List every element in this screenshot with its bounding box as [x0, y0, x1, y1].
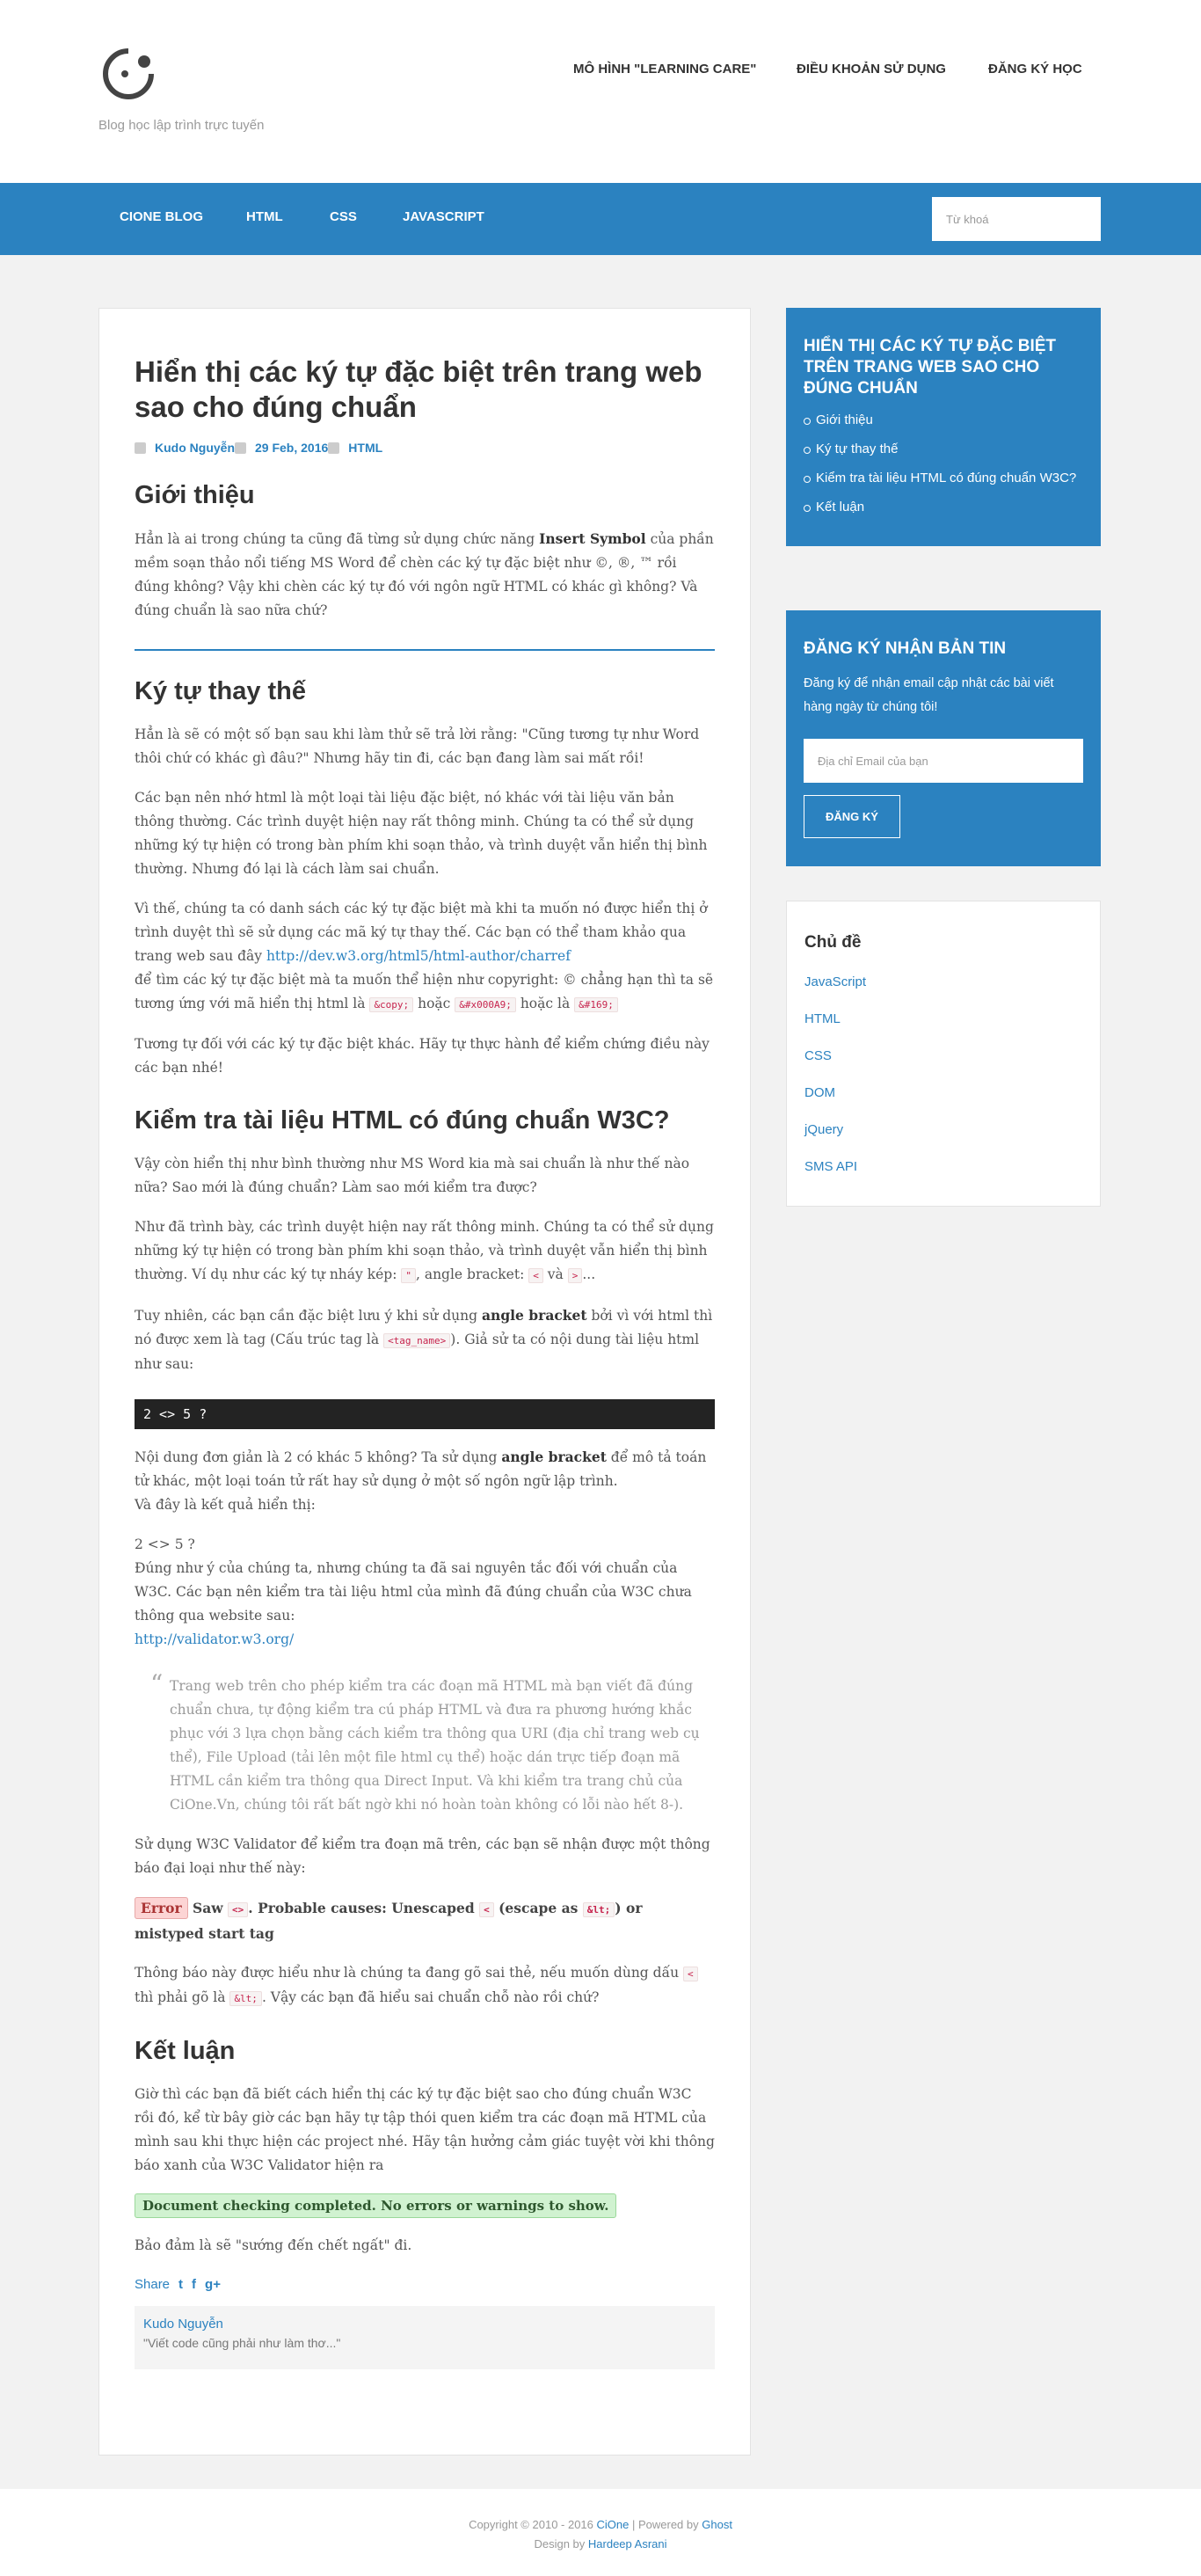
- toc-title: Hiển thị các ký tự đặc biệt trên trang w…: [804, 337, 1057, 398]
- top-nav-terms[interactable]: ĐIỀU KHOẢN SỬ DỤNG: [797, 62, 946, 77]
- menu-css[interactable]: CSS: [330, 209, 357, 224]
- heading-w3c-check: Kiểm tra tài liệu HTML có đúng chuẩn W3C…: [135, 1106, 670, 1135]
- toc-item-intro[interactable]: Giới thiệu: [804, 410, 1083, 431]
- toc-item-substitutes[interactable]: Ký tự thay thế: [804, 439, 1083, 460]
- author-bio-quote: "Viết code cũng phải như làm thơ...": [143, 2336, 341, 2350]
- user-icon: [135, 441, 146, 454]
- post-tag-link[interactable]: HTML: [348, 441, 382, 455]
- blockquote: “Trang web trên cho phép kiểm tra các đo…: [150, 1669, 700, 1813]
- post-meta: Kudo Nguyễn 29 Feb, 2016 HTML: [135, 441, 715, 455]
- divider: [135, 649, 715, 651]
- calendar-icon: [235, 441, 246, 454]
- toc-item-conclusion[interactable]: Kết luận: [804, 497, 1083, 518]
- author-bio-name[interactable]: Kudo Nguyễn: [143, 2317, 223, 2332]
- twitter-icon[interactable]: t: [178, 2277, 183, 2292]
- paragraph: Như đã trình bày, các trình duyệt hiện n…: [135, 1219, 714, 1283]
- search-input[interactable]: Từ khoá: [932, 197, 1101, 241]
- main-navbar: CIONE BLOG HTML CSS JAVASCRIPT Từ khoá: [0, 183, 1201, 255]
- folder-icon: [328, 441, 340, 454]
- validator-success-message: Document checking completed. No errors o…: [135, 2193, 617, 2218]
- topics-title: Chủ đề: [804, 933, 862, 952]
- code-block: 2 <> 5 ?: [135, 1399, 715, 1429]
- facebook-icon[interactable]: f: [192, 2277, 196, 2292]
- topic-html[interactable]: HTML: [804, 1011, 1082, 1026]
- topics-widget: Chủ đề JavaScript HTML CSS DOM jQuery SM…: [786, 901, 1101, 1207]
- heading-intro: Giới thiệu: [135, 481, 255, 509]
- topic-sms-api[interactable]: SMS API: [804, 1159, 1082, 1174]
- paragraph: Vậy còn hiển thị như bình thường như MS …: [135, 1156, 690, 1195]
- post-article: Hiển thị các ký tự đặc biệt trên trang w…: [98, 308, 751, 2456]
- designer-link[interactable]: Hardeep Asrani: [588, 2537, 667, 2550]
- paragraph: Tương tự đối với các ký tự đặc biệt khác…: [135, 1036, 710, 1076]
- menu-cione-blog[interactable]: CIONE BLOG: [120, 209, 203, 224]
- top-nav-learning-care[interactable]: MÔ HÌNH "LEARNING CARE": [573, 62, 756, 77]
- charref-link[interactable]: http://dev.w3.org/html5/html-author/char…: [266, 948, 571, 964]
- post-author-link[interactable]: Kudo Nguyễn: [155, 441, 235, 455]
- paragraph: Tuy nhiên, các bạn cần đặc biệt lưu ý kh…: [135, 1307, 713, 1372]
- paragraph: Hẳn là sẽ có một số bạn sau khi làm thử …: [135, 726, 700, 766]
- post-title: Hiển thị các ký tự đặc biệt trên trang w…: [135, 355, 702, 423]
- top-nav-register[interactable]: ĐĂNG KÝ HỌC: [988, 62, 1082, 77]
- site-logo[interactable]: [98, 44, 160, 109]
- heading-substitutes: Ký tự thay thế: [135, 677, 307, 705]
- author-bio: Kudo Nguyễn "Viết code cũng phải như làm…: [135, 2306, 715, 2369]
- topic-jquery[interactable]: jQuery: [804, 1122, 1082, 1137]
- heading-conclusion: Kết luận: [135, 2037, 236, 2065]
- share-label: Share: [135, 2277, 171, 2292]
- toc-item-w3c-check[interactable]: Kiểm tra tài liệu HTML có đúng chuẩn W3C…: [804, 468, 1083, 489]
- site-footer: Copyright © 2010 - 2016 CiOne | Powered …: [0, 2489, 1201, 2576]
- topic-css[interactable]: CSS: [804, 1048, 1082, 1063]
- google-plus-icon[interactable]: g+: [205, 2277, 221, 2292]
- paragraph: Bảo đảm là sẽ "sướng đến chết ngất" đi.: [135, 2237, 412, 2253]
- newsletter-widget: Đăng ký nhận bản tin Đăng ký để nhận ema…: [786, 610, 1101, 866]
- topic-dom[interactable]: DOM: [804, 1085, 1082, 1100]
- paragraph: 2 <> 5 ? Đúng như ý của chúng ta, nhưng c…: [135, 1536, 692, 1647]
- topic-javascript[interactable]: JavaScript: [804, 974, 1082, 989]
- paragraph: Vì thế, chúng ta có danh sách các ký tự …: [135, 901, 714, 1012]
- subscribe-button[interactable]: ĐĂNG KÝ: [804, 795, 900, 838]
- toc-widget: Hiển thị các ký tự đặc biệt trên trang w…: [786, 308, 1101, 546]
- post-date[interactable]: 29 Feb, 2016: [255, 441, 328, 455]
- site-header: Blog học lập trình trực tuyến MÔ HÌNH "L…: [0, 0, 1201, 183]
- share-bar: Share t f g+: [135, 2277, 715, 2292]
- newsletter-title: Đăng ký nhận bản tin: [804, 639, 1007, 658]
- menu-javascript[interactable]: JAVASCRIPT: [403, 209, 484, 224]
- quote-icon: “: [150, 1669, 164, 1698]
- paragraph: Sử dụng W3C Validator để kiểm tra đoạn m…: [135, 1836, 710, 1876]
- paragraph: Nội dung đơn giản là 2 có khác 5 không? …: [135, 1449, 707, 1513]
- newsletter-description: Đăng ký để nhận email cập nhật các bài v…: [804, 676, 1054, 714]
- email-field[interactable]: Địa chỉ Email của bạn: [804, 739, 1083, 783]
- ghost-link[interactable]: Ghost: [702, 2518, 732, 2531]
- cione-link[interactable]: CiOne: [597, 2518, 630, 2531]
- paragraph: Thông báo này được hiểu như là chúng ta …: [135, 1961, 715, 2010]
- paragraph: Giờ thì các bạn đã biết cách hiển thị cá…: [135, 2086, 715, 2173]
- paragraph: Các bạn nên nhớ html là một loại tài liệ…: [135, 790, 708, 877]
- validator-link[interactable]: http://validator.w3.org/: [135, 1631, 294, 1647]
- menu-html[interactable]: HTML: [246, 209, 283, 224]
- paragraph: Hẳn là ai trong chúng ta cũng đã từng sử…: [135, 530, 714, 618]
- site-tagline: Blog học lập trình trực tuyến: [98, 118, 265, 133]
- validator-error-message: Error Saw <>. Probable causes: Unescaped…: [135, 1896, 715, 1945]
